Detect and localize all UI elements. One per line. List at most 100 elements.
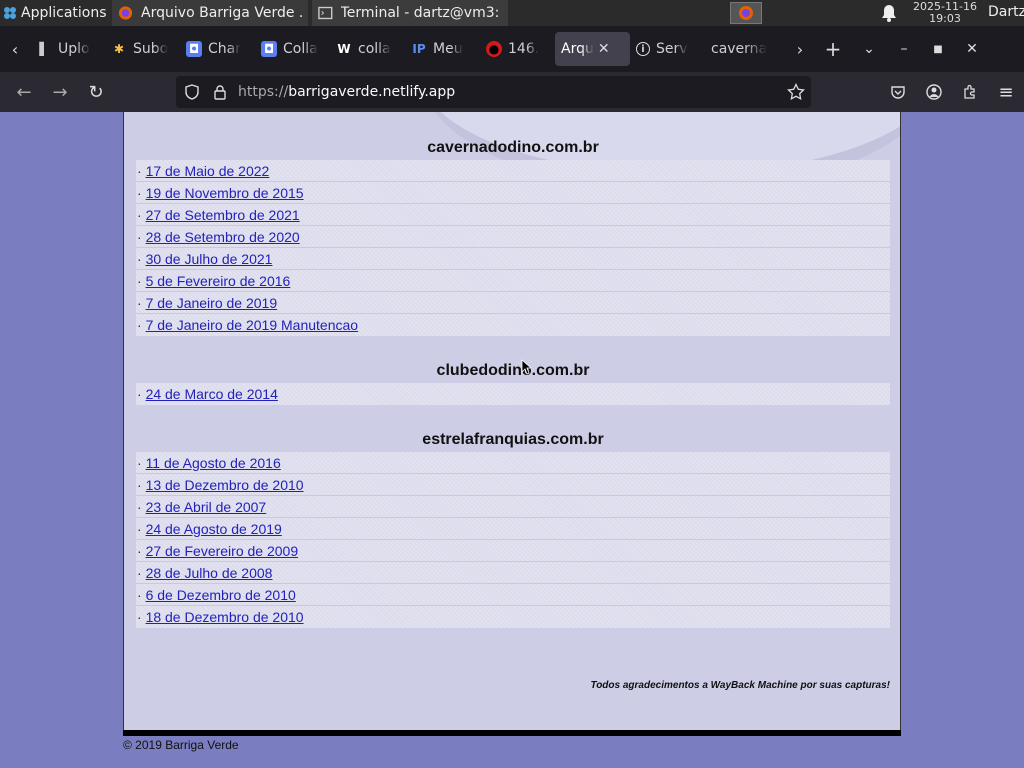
capture-link[interactable]: 28 de Setembro de 2020 [146, 229, 300, 245]
tab-4[interactable]: Wcolla [330, 32, 405, 66]
capture-link[interactable]: 24 de Agosto de 2019 [146, 521, 282, 537]
tab-1[interactable]: ✱ Subo [105, 32, 180, 66]
section-estrelafranquias: estrelafranquias.com.br · 11 de Agosto d… [136, 428, 890, 628]
tab-6[interactable]: ● 146. [480, 32, 555, 66]
chevron-right-icon: › [796, 39, 804, 59]
url-bar[interactable]: https://barrigaverde.netlify.app [176, 76, 811, 108]
capture-link[interactable]: 19 de Novembro de 2015 [146, 185, 304, 201]
account-button[interactable] [916, 72, 952, 112]
list-item: · 24 de Agosto de 2019 [136, 518, 890, 540]
capture-link[interactable]: 7 de Janeiro de 2019 [146, 295, 278, 311]
chevron-left-icon: ‹ [11, 39, 19, 59]
capture-link[interactable]: 27 de Setembro de 2021 [146, 207, 300, 223]
pocket-button[interactable] [880, 72, 916, 112]
capture-link[interactable]: 13 de Dezembro de 2010 [146, 477, 304, 493]
tab-3[interactable]: ◘ Colla [255, 32, 330, 66]
notification-bell-icon[interactable] [881, 4, 897, 22]
minimize-icon: – [900, 41, 908, 57]
tab-7-selected[interactable]: Arqu ✕ [555, 32, 630, 66]
forward-button[interactable]: → [42, 72, 78, 112]
arrow-right-icon: → [52, 81, 68, 103]
extensions-button[interactable] [952, 72, 988, 112]
close-tab-icon[interactable]: ✕ [598, 41, 610, 57]
new-tab-button[interactable]: + [815, 26, 851, 72]
user-menu[interactable]: Dartz [988, 4, 1024, 20]
applications-menu[interactable]: Applications [0, 0, 110, 26]
tab-5[interactable]: IP Meu [405, 32, 480, 66]
arrow-left-icon: ← [16, 81, 32, 103]
ip-icon: IP [412, 42, 426, 56]
tray-firefox-button[interactable] [730, 2, 762, 24]
link-list: · 24 de Marco de 2014 [136, 383, 890, 405]
capture-link[interactable]: 11 de Agosto de 2016 [146, 455, 281, 471]
copyright-text: © 2019 Barriga Verde [123, 738, 239, 752]
capture-link[interactable]: 23 de Abril de 2007 [146, 499, 267, 515]
tab-2[interactable]: ◘ Char [180, 32, 255, 66]
clock-time: 19:03 [929, 12, 961, 25]
capture-link[interactable]: 27 de Fevereiro de 2009 [146, 543, 299, 559]
capture-link[interactable]: 18 de Dezembro de 2010 [146, 609, 304, 625]
tab-scroll-left-button[interactable]: ‹ [0, 26, 30, 72]
taskbar-terminal[interactable]: Terminal - dartz@vm3: ... [312, 0, 508, 26]
list-item: · 7 de Janeiro de 2019 Manutencao [137, 317, 359, 333]
list-item: · 27 de Setembro de 2021 [136, 204, 890, 226]
minimize-button[interactable]: – [887, 26, 921, 72]
menu-button[interactable]: ≡ [988, 72, 1024, 112]
list-item: · 27 de Fevereiro de 2009 [136, 540, 890, 562]
xfce-logo-icon [4, 7, 16, 19]
mouse-cursor-icon [521, 359, 531, 375]
capture-link[interactable]: 17 de Maio de 2022 [146, 163, 270, 179]
taskbar-terminal-label: Terminal - dartz@vm3: ... [340, 5, 502, 21]
shield-icon[interactable] [184, 84, 200, 100]
list-item: · 7 de Janeiro de 2019 [136, 292, 890, 314]
red-circle-icon: ● [486, 41, 502, 57]
reload-button[interactable]: ↻ [78, 72, 114, 112]
pocket-icon [891, 86, 905, 99]
list-item: · 5 de Fevereiro de 2016 [136, 270, 890, 292]
clock[interactable]: 2025-11-16 19:03 [906, 1, 984, 25]
chat-app-icon: ◘ [186, 41, 202, 57]
content-panel: cavernadodino.com.br · 17 de Maio de 202… [123, 112, 901, 730]
list-item: · 24 de Marco de 2014 [137, 386, 278, 402]
puzzle-icon [964, 84, 975, 99]
tab-0[interactable]: ▌ Uplo [30, 32, 105, 66]
list-all-tabs-button[interactable]: ⌄ [851, 26, 887, 72]
account-icon [926, 84, 942, 100]
taskbar-firefox-label: Arquivo Barriga Verde ... [141, 5, 302, 21]
list-item: · 6 de Dezembro de 2010 [136, 584, 890, 606]
capture-link[interactable]: 6 de Dezembro de 2010 [146, 587, 296, 603]
lock-icon[interactable] [212, 84, 228, 100]
tab-scroll-right-button[interactable]: › [785, 26, 815, 72]
close-window-button[interactable]: ✕ [955, 26, 989, 72]
capture-link[interactable]: 24 de Marco de 2014 [146, 386, 278, 402]
capture-link[interactable]: 5 de Fevereiro de 2016 [146, 273, 291, 289]
reload-icon: ↻ [88, 81, 104, 103]
list-item: · 30 de Julho de 2021 [136, 248, 890, 270]
section-title: clubedodino.com.br [436, 362, 590, 379]
chevron-down-icon: ⌄ [863, 41, 875, 57]
browser-tabstrip: ‹ ▌ Uplo ✱ Subo ◘ Char ◘ Colla Wcolla IP Meu … [0, 26, 1024, 72]
list-item: · 19 de Novembro de 2015 [136, 182, 890, 204]
link-list: · 17 de Maio de 2022 · 19 de Novembro de… [136, 160, 890, 336]
section-title: estrelafranquias.com.br [422, 431, 604, 448]
list-item: · 13 de Dezembro de 2010 [136, 474, 890, 496]
tab-9[interactable]: caverna [705, 32, 785, 66]
chat-app-icon: ◘ [261, 41, 277, 57]
section-cavernadodino: cavernadodino.com.br · 17 de Maio de 202… [136, 136, 890, 336]
web-page: cavernadodino.com.br · 17 de Maio de 202… [0, 112, 1024, 768]
content-footer-bar [123, 730, 901, 736]
url-text[interactable]: https://barrigaverde.netlify.app [238, 84, 455, 100]
taskbar-firefox[interactable]: Arquivo Barriga Verde ... [112, 0, 308, 26]
list-item: · 11 de Agosto de 2016 [136, 452, 890, 474]
list-item: · 28 de Setembro de 2020 [136, 226, 890, 248]
maximize-button[interactable]: ■ [921, 26, 955, 72]
back-button[interactable]: ← [6, 72, 42, 112]
list-item: · 23 de Abril de 2007 [136, 496, 890, 518]
info-icon: i [636, 42, 650, 56]
capture-link[interactable]: 28 de Julho de 2008 [146, 565, 273, 581]
wikipedia-icon: W [337, 42, 351, 56]
capture-link[interactable]: 7 de Janeiro de 2019 Manutencao [146, 317, 359, 333]
tab-8[interactable]: i Serv [630, 32, 705, 66]
capture-link[interactable]: 30 de Julho de 2021 [146, 251, 273, 267]
bookmark-star-icon[interactable] [787, 83, 805, 101]
